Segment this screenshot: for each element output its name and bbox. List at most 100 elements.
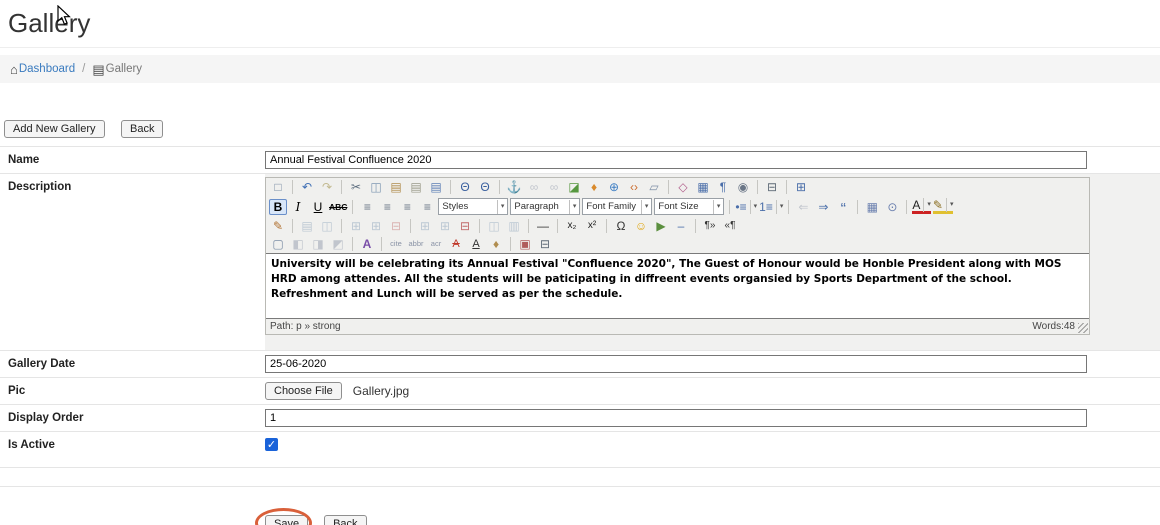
align-center-icon[interactable]: ≡ bbox=[378, 199, 396, 215]
outdent-icon[interactable]: ⇐ bbox=[794, 199, 812, 215]
col-before-icon[interactable]: ⊞ bbox=[416, 218, 434, 234]
rtl-icon[interactable]: «¶ bbox=[721, 218, 739, 234]
forecolor-icon[interactable]: A bbox=[912, 200, 931, 214]
find-icon[interactable]: Θ bbox=[456, 179, 474, 195]
nonbreaking-icon[interactable]: – bbox=[672, 218, 690, 234]
superscript-icon[interactable]: x² bbox=[583, 218, 601, 234]
styles-dropdown[interactable]: Styles bbox=[438, 198, 508, 215]
gallery-form: Name Description □↶↷✂◫▤▤▤ΘΘ⚓∞∞◪♦⊕‹›▱◇▦¶◉… bbox=[0, 146, 1160, 487]
split-cells-icon[interactable]: ◫ bbox=[485, 218, 503, 234]
cleanup-icon[interactable]: ◇ bbox=[674, 179, 692, 195]
preview-icon[interactable]: ◉ bbox=[734, 179, 752, 195]
flash-icon[interactable]: ♦ bbox=[585, 179, 603, 195]
cut-icon[interactable]: ✂ bbox=[347, 179, 365, 195]
row-before-icon[interactable]: ⊞ bbox=[347, 218, 365, 234]
separator bbox=[381, 237, 382, 251]
subscript-icon[interactable]: x₂ bbox=[563, 218, 581, 234]
media-globe-icon[interactable]: ⊕ bbox=[605, 179, 623, 195]
image-embed-icon[interactable]: ▣ bbox=[516, 236, 534, 252]
col-after-icon[interactable]: ⊞ bbox=[436, 218, 454, 234]
media-icon[interactable]: ▶ bbox=[652, 218, 670, 234]
new-document-icon[interactable]: □ bbox=[269, 179, 287, 195]
strike-icon[interactable]: ABC bbox=[329, 199, 347, 215]
align-right-icon[interactable]: ≡ bbox=[398, 199, 416, 215]
styleprops-icon[interactable]: A bbox=[358, 236, 376, 252]
table-edit-icon[interactable]: ✎ bbox=[269, 218, 287, 234]
display-order-input[interactable] bbox=[265, 409, 1087, 427]
back-button-bottom[interactable]: Back bbox=[324, 515, 366, 525]
insert-date-icon[interactable]: ▦ bbox=[863, 199, 881, 215]
description-editor-content[interactable]: University will be celebrating its Annua… bbox=[266, 253, 1089, 319]
abbr-icon[interactable]: abbr bbox=[407, 236, 425, 252]
backcolor-icon[interactable]: ✎ bbox=[933, 200, 954, 214]
paste-word-icon[interactable]: ▤ bbox=[427, 179, 445, 195]
separator bbox=[557, 219, 558, 233]
move-backward-icon[interactable]: ◩ bbox=[329, 236, 347, 252]
insert-time-icon[interactable]: ⊙ bbox=[883, 199, 901, 215]
cell-props-icon[interactable]: ◫ bbox=[318, 218, 336, 234]
emoticon-icon[interactable]: ☺ bbox=[632, 218, 650, 234]
paste-icon[interactable]: ▤ bbox=[387, 179, 405, 195]
separator bbox=[292, 219, 293, 233]
charmap-icon[interactable]: Ω bbox=[612, 218, 630, 234]
underline-icon[interactable]: U bbox=[309, 199, 327, 215]
delete-row-icon[interactable]: ⊟ bbox=[387, 218, 405, 234]
html-icon[interactable]: ‹› bbox=[625, 179, 643, 195]
link-icon[interactable]: ∞ bbox=[525, 179, 543, 195]
image-icon[interactable]: ◪ bbox=[565, 179, 583, 195]
visual-aid-icon[interactable]: ▢ bbox=[269, 236, 287, 252]
italic-icon[interactable]: I bbox=[289, 199, 307, 215]
hr-icon[interactable]: — bbox=[534, 218, 552, 234]
template-icon[interactable]: ▱ bbox=[645, 179, 663, 195]
insert-table-icon[interactable]: ▦ bbox=[694, 179, 712, 195]
bold-icon[interactable]: B bbox=[269, 199, 287, 215]
font-family-dropdown[interactable]: Font Family bbox=[582, 198, 652, 215]
add-new-gallery-button[interactable]: Add New Gallery bbox=[4, 120, 105, 138]
visual-chars-icon[interactable]: ¶ bbox=[714, 179, 732, 195]
editor-resize-grip[interactable] bbox=[1078, 323, 1088, 333]
name-input[interactable] bbox=[265, 151, 1087, 169]
pagebreak-icon[interactable]: ⊟ bbox=[536, 236, 554, 252]
cite-icon[interactable]: cite bbox=[387, 236, 405, 252]
copy-icon[interactable]: ◫ bbox=[367, 179, 385, 195]
blockquote-icon[interactable]: “ bbox=[834, 199, 852, 215]
align-left-icon[interactable]: ≡ bbox=[358, 199, 376, 215]
redo-icon[interactable]: ↷ bbox=[318, 179, 336, 195]
save-button[interactable]: Save bbox=[265, 515, 308, 525]
row-after-icon[interactable]: ⊞ bbox=[367, 218, 385, 234]
move-forward-icon[interactable]: ◨ bbox=[309, 236, 327, 252]
paste-text-icon[interactable]: ▤ bbox=[407, 179, 425, 195]
font-size-dropdown[interactable]: Font Size bbox=[654, 198, 724, 215]
page-header: Gallery bbox=[0, 0, 1160, 48]
fullscreen-icon[interactable]: ⊞ bbox=[792, 179, 810, 195]
gallery-date-input[interactable] bbox=[265, 355, 1087, 373]
back-button-top[interactable]: Back bbox=[121, 120, 163, 138]
row-props-icon[interactable]: ▤ bbox=[298, 218, 316, 234]
ltr-icon[interactable]: ¶» bbox=[701, 218, 719, 234]
unlink-icon[interactable]: ∞ bbox=[545, 179, 563, 195]
align-justify-icon[interactable]: ≡ bbox=[418, 199, 436, 215]
bullet-list-icon[interactable]: •≡ bbox=[735, 199, 757, 215]
del-icon[interactable]: A bbox=[447, 236, 465, 252]
insert-layer-icon[interactable]: ◧ bbox=[289, 236, 307, 252]
anchor-icon[interactable]: ⚓ bbox=[505, 179, 523, 195]
ins-icon[interactable]: A bbox=[467, 236, 485, 252]
format-dropdown[interactable]: Paragraph bbox=[510, 198, 580, 215]
is-active-checkbox[interactable]: ✓ bbox=[265, 438, 278, 451]
undo-icon[interactable]: ↶ bbox=[298, 179, 316, 195]
separator bbox=[695, 219, 696, 233]
indent-icon[interactable]: ⇒ bbox=[814, 199, 832, 215]
find-replace-icon[interactable]: Θ bbox=[476, 179, 494, 195]
numbered-list-icon[interactable]: 1≡ bbox=[759, 199, 783, 215]
editor-status-bar: Path: p » strong Words:48 bbox=[266, 319, 1089, 334]
delete-col-icon[interactable]: ⊟ bbox=[456, 218, 474, 234]
merge-cells-icon[interactable]: ▥ bbox=[505, 218, 523, 234]
pic-label: Pic bbox=[0, 378, 265, 403]
breadcrumb-dashboard-link[interactable]: Dashboard bbox=[19, 63, 75, 75]
selected-file-name: Gallery.jpg bbox=[353, 384, 409, 398]
acronym-icon[interactable]: acr bbox=[427, 236, 445, 252]
top-actions: Add New Gallery Back bbox=[4, 119, 1160, 138]
choose-file-button[interactable]: Choose File bbox=[265, 382, 342, 400]
attribs-icon[interactable]: ♦ bbox=[487, 236, 505, 252]
print-icon[interactable]: ⊟ bbox=[763, 179, 781, 195]
